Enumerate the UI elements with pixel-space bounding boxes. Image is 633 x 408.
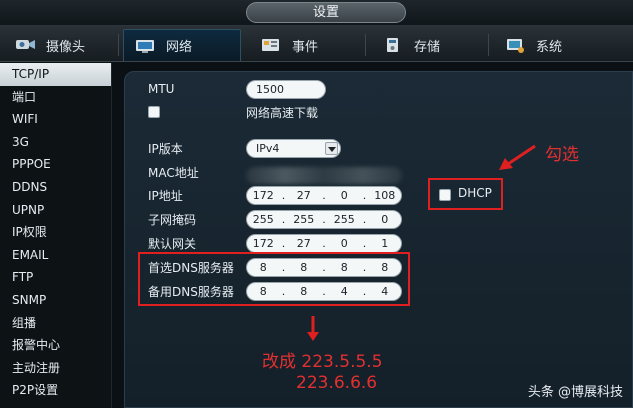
sidebar-item-pppoe[interactable]: PPPOE: [0, 153, 111, 176]
sidebar-item-p2p[interactable]: P2P设置: [0, 379, 111, 402]
mask-octet-3: 255: [333, 213, 355, 226]
tab-camera-label: 摄像头: [46, 39, 86, 55]
sidebar-item-alarm-center[interactable]: 报警中心: [0, 334, 111, 357]
title-bar: 设置: [0, 0, 633, 26]
subnet-mask-label: 子网掩码: [148, 213, 197, 227]
chevron-down-icon[interactable]: [325, 142, 338, 155]
check-annotation: 勾选: [545, 145, 579, 165]
tab-system-label: 系统: [536, 39, 563, 55]
gateway-input[interactable]: 172. 27. 0. 1: [246, 234, 402, 253]
ip-address-input[interactable]: 172. 27. 0. 108: [246, 186, 402, 205]
tab-storage-label: 存储: [414, 39, 441, 55]
sidebar-item-3g[interactable]: 3G: [0, 131, 111, 154]
ip-octet-2: 27: [296, 189, 311, 202]
sidebar-item-ftp[interactable]: FTP: [0, 266, 111, 289]
mtu-value: 1500: [256, 83, 284, 96]
network-icon: [134, 37, 156, 55]
ip-octet-1: 172: [252, 189, 274, 202]
ip-version-select[interactable]: IPv4: [246, 139, 341, 158]
arrow-down-icon: [307, 316, 319, 341]
window-title: 设置: [246, 2, 406, 23]
mac-label: MAC地址: [148, 166, 199, 180]
ip-version-label: IP版本: [148, 142, 183, 156]
tab-event[interactable]: 事件: [250, 29, 360, 61]
change-annotation-line1: 改成 223.5.5.5: [262, 352, 383, 372]
ip-octet-4: 108: [374, 189, 396, 202]
sidebar: TCP/IP 端口 WIFI 3G PPPOE DDNS UPNP IP权限 E…: [0, 63, 112, 408]
dhcp-highlight-box: [428, 178, 503, 210]
mask-octet-1: 255: [252, 213, 274, 226]
sidebar-item-wifi[interactable]: WIFI: [0, 108, 111, 131]
sidebar-item-upnp[interactable]: UPNP: [0, 199, 111, 222]
ip-address-label: IP地址: [148, 189, 183, 203]
sidebar-item-tcpip[interactable]: TCP/IP: [0, 63, 111, 86]
mask-octet-4: 0: [381, 213, 389, 226]
mac-value-redacted: [246, 167, 402, 184]
fast-download-label: 网络高速下载: [246, 106, 319, 120]
ip-octet-3: 0: [340, 189, 348, 202]
tab-network-label: 网络: [166, 40, 193, 55]
watermark: 头条 @博展科技: [527, 385, 623, 400]
gateway-octet-1: 172: [252, 237, 274, 250]
gateway-label: 默认网关: [148, 237, 197, 251]
main-tabs: 摄像头 网络 事件 存储 系统: [0, 26, 633, 62]
sidebar-item-port[interactable]: 端口: [0, 86, 111, 109]
fast-download-checkbox[interactable]: [148, 106, 160, 118]
tab-network[interactable]: 网络: [123, 29, 241, 61]
mask-octet-2: 255: [293, 213, 315, 226]
event-icon: [260, 36, 282, 54]
tab-camera[interactable]: 摄像头: [4, 29, 114, 61]
arrow-to-dhcp-icon: [499, 144, 536, 170]
tab-event-label: 事件: [292, 39, 319, 55]
sidebar-item-ddns[interactable]: DDNS: [0, 176, 111, 199]
gateway-octet-2: 27: [296, 237, 311, 250]
mtu-input[interactable]: 1500: [246, 80, 326, 99]
storage-icon: [382, 36, 404, 54]
sidebar-item-snmp[interactable]: SNMP: [0, 289, 111, 312]
sidebar-item-auto-register[interactable]: 主动注册: [0, 357, 111, 380]
tab-storage[interactable]: 存储: [372, 29, 482, 61]
gateway-octet-3: 0: [340, 237, 348, 250]
sidebar-item-ip-permission[interactable]: IP权限: [0, 221, 111, 244]
sidebar-item-email[interactable]: EMAIL: [0, 244, 111, 267]
subnet-mask-input[interactable]: 255. 255. 255. 0: [246, 210, 402, 229]
sidebar-item-multicast[interactable]: 组播: [0, 312, 111, 335]
tab-system[interactable]: 系统: [494, 29, 614, 61]
dns-highlight-box: [138, 252, 410, 306]
camera-icon: [14, 36, 36, 54]
mtu-label: MTU: [148, 82, 175, 96]
change-annotation-line2: 223.6.6.6: [296, 373, 378, 393]
gateway-octet-4: 1: [381, 237, 389, 250]
system-icon: [504, 36, 526, 54]
